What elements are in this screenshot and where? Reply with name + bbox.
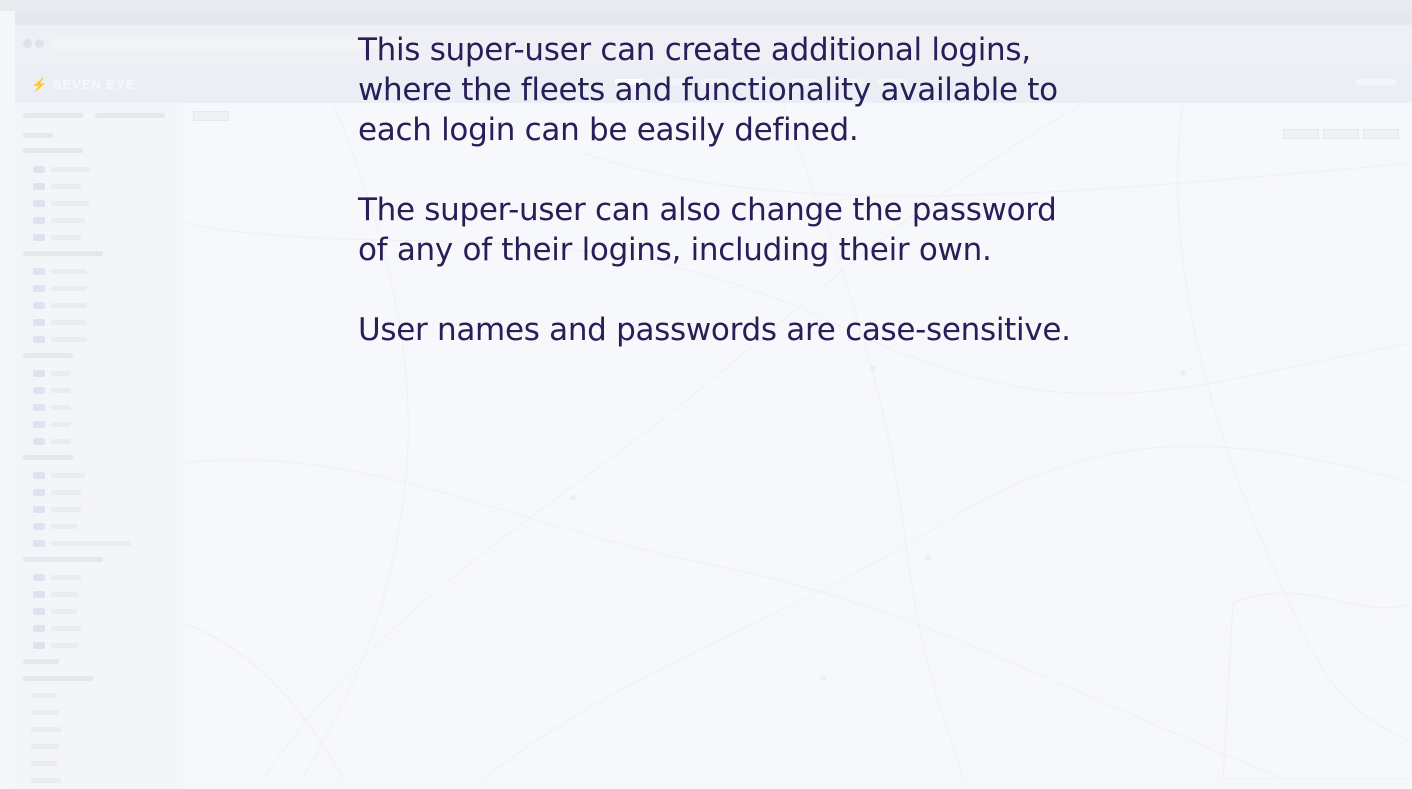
caption-line: This super-user can create additional lo…: [358, 32, 1031, 68]
caption-paragraph: The super-user can also change the passw…: [358, 190, 1248, 270]
caption-line: User names and passwords are case-sensit…: [358, 312, 1071, 348]
tutorial-overlay: This super-user can create additional lo…: [0, 0, 1412, 789]
caption-line: of any of their logins, including their …: [358, 232, 992, 268]
caption-line: where the fleets and functionality avail…: [358, 72, 1058, 108]
caption-line: The super-user can also change the passw…: [358, 192, 1057, 228]
tutorial-caption: This super-user can create additional lo…: [358, 30, 1248, 390]
caption-line: each login can be easily defined.: [358, 112, 859, 148]
caption-paragraph: User names and passwords are case-sensit…: [358, 310, 1248, 350]
caption-paragraph: This super-user can create additional lo…: [358, 30, 1248, 150]
